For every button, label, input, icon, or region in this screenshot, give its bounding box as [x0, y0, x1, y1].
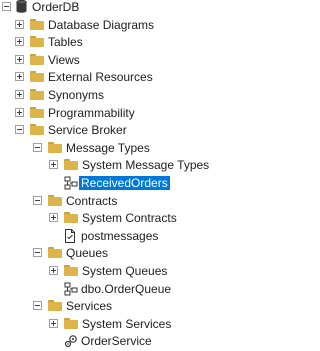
tree-node-label: Service Broker [48, 123, 127, 138]
message-type-icon [64, 176, 78, 193]
folder-icon [48, 247, 62, 259]
contract-icon [64, 228, 76, 246]
tree-node-tables[interactable]: Tables [0, 33, 208, 51]
folder-icon [30, 124, 44, 136]
database-icon [16, 0, 27, 16]
tree-node-orderservice[interactable]: OrderService [0, 332, 208, 350]
tree-node-label: System Services [82, 316, 172, 331]
queue-icon [64, 282, 78, 299]
tree-node-label: OrderDB [32, 0, 80, 14]
tree-node-label: Queues [66, 246, 109, 261]
tree-node-label: System Queues [82, 263, 168, 278]
collapse-icon[interactable] [33, 195, 42, 205]
expand-icon[interactable] [49, 213, 58, 223]
expand-icon[interactable] [49, 318, 58, 328]
collapse-icon[interactable] [2, 2, 11, 11]
expand-icon[interactable] [49, 160, 58, 170]
collapse-icon[interactable] [33, 248, 42, 258]
folder-icon [64, 264, 78, 276]
folder-icon [30, 36, 44, 48]
tree-node-orderdb[interactable]: OrderDB [0, 0, 208, 16]
folder-icon [30, 88, 44, 100]
tree-node-label: Database Diagrams [48, 17, 155, 32]
folder-icon [48, 300, 62, 312]
tree-node-message-types[interactable]: Message Types [0, 139, 208, 157]
expand-icon[interactable] [49, 265, 58, 275]
folder-icon [64, 317, 78, 329]
tree-node-label: Tables [48, 35, 83, 50]
folder-icon [30, 18, 44, 30]
collapse-icon[interactable] [15, 125, 24, 135]
expand-icon[interactable] [15, 89, 24, 99]
folder-icon [64, 212, 78, 224]
expand-icon[interactable] [15, 72, 24, 82]
tree-node-label: Programmability [48, 105, 135, 120]
expand-icon[interactable] [15, 54, 24, 64]
tree-node-external-resources[interactable]: External Resources [0, 68, 208, 86]
tree-node-label: ReceivedOrders [79, 175, 170, 190]
folder-icon [48, 141, 62, 153]
folder-icon [30, 106, 44, 118]
tree-node-views[interactable]: Views [0, 51, 208, 69]
folder-icon [30, 71, 44, 83]
tree-node-label: System Message Types [82, 158, 210, 173]
tree-node-database-diagrams[interactable]: Database Diagrams [0, 16, 208, 34]
folder-icon [48, 194, 62, 206]
tree-node-label: Message Types [66, 140, 150, 155]
tree-node-contracts[interactable]: Contracts [0, 192, 208, 210]
expand-icon[interactable] [15, 107, 24, 117]
tree-node-system-message-types[interactable]: System Message Types [0, 156, 210, 174]
tree-node-service-broker[interactable]: Service Broker [0, 121, 208, 139]
tree-node-label: dbo.OrderQueue [81, 281, 172, 296]
tree-node-label: postmessages [81, 228, 159, 243]
tree-node-system-services[interactable]: System Services [0, 315, 208, 333]
tree-node-label: Synonyms [48, 87, 105, 102]
collapse-icon[interactable] [33, 142, 42, 152]
tree-node-queues[interactable]: Queues [0, 244, 208, 262]
tree-node-label: OrderService [81, 334, 152, 349]
tree-node-label: External Resources [48, 70, 153, 85]
tree-node-programmability[interactable]: Programmability [0, 104, 208, 122]
tree-node-system-contracts[interactable]: System Contracts [0, 209, 208, 227]
tree-node-synonyms[interactable]: Synonyms [0, 86, 208, 104]
tree-node-label: Contracts [66, 193, 118, 208]
tree-node-system-queues[interactable]: System Queues [0, 262, 208, 280]
tree-node-receivedorders[interactable]: ReceivedOrders [0, 174, 208, 192]
tree-node-label: Views [48, 52, 80, 67]
tree-node-postmessages[interactable]: postmessages [0, 227, 208, 245]
collapse-icon[interactable] [33, 301, 42, 311]
object-explorer-tree: OrderDB Database Diagrams Tables Views E… [0, 0, 210, 350]
tree-node-dbo-orderqueue[interactable]: dbo.OrderQueue [0, 280, 208, 298]
folder-icon [30, 53, 44, 65]
expand-icon[interactable] [15, 37, 24, 47]
expand-icon[interactable] [15, 19, 24, 29]
folder-icon [64, 159, 78, 171]
service-icon [64, 334, 78, 351]
tree-node-label: Services [66, 299, 113, 314]
tree-node-label: System Contracts [82, 211, 177, 226]
